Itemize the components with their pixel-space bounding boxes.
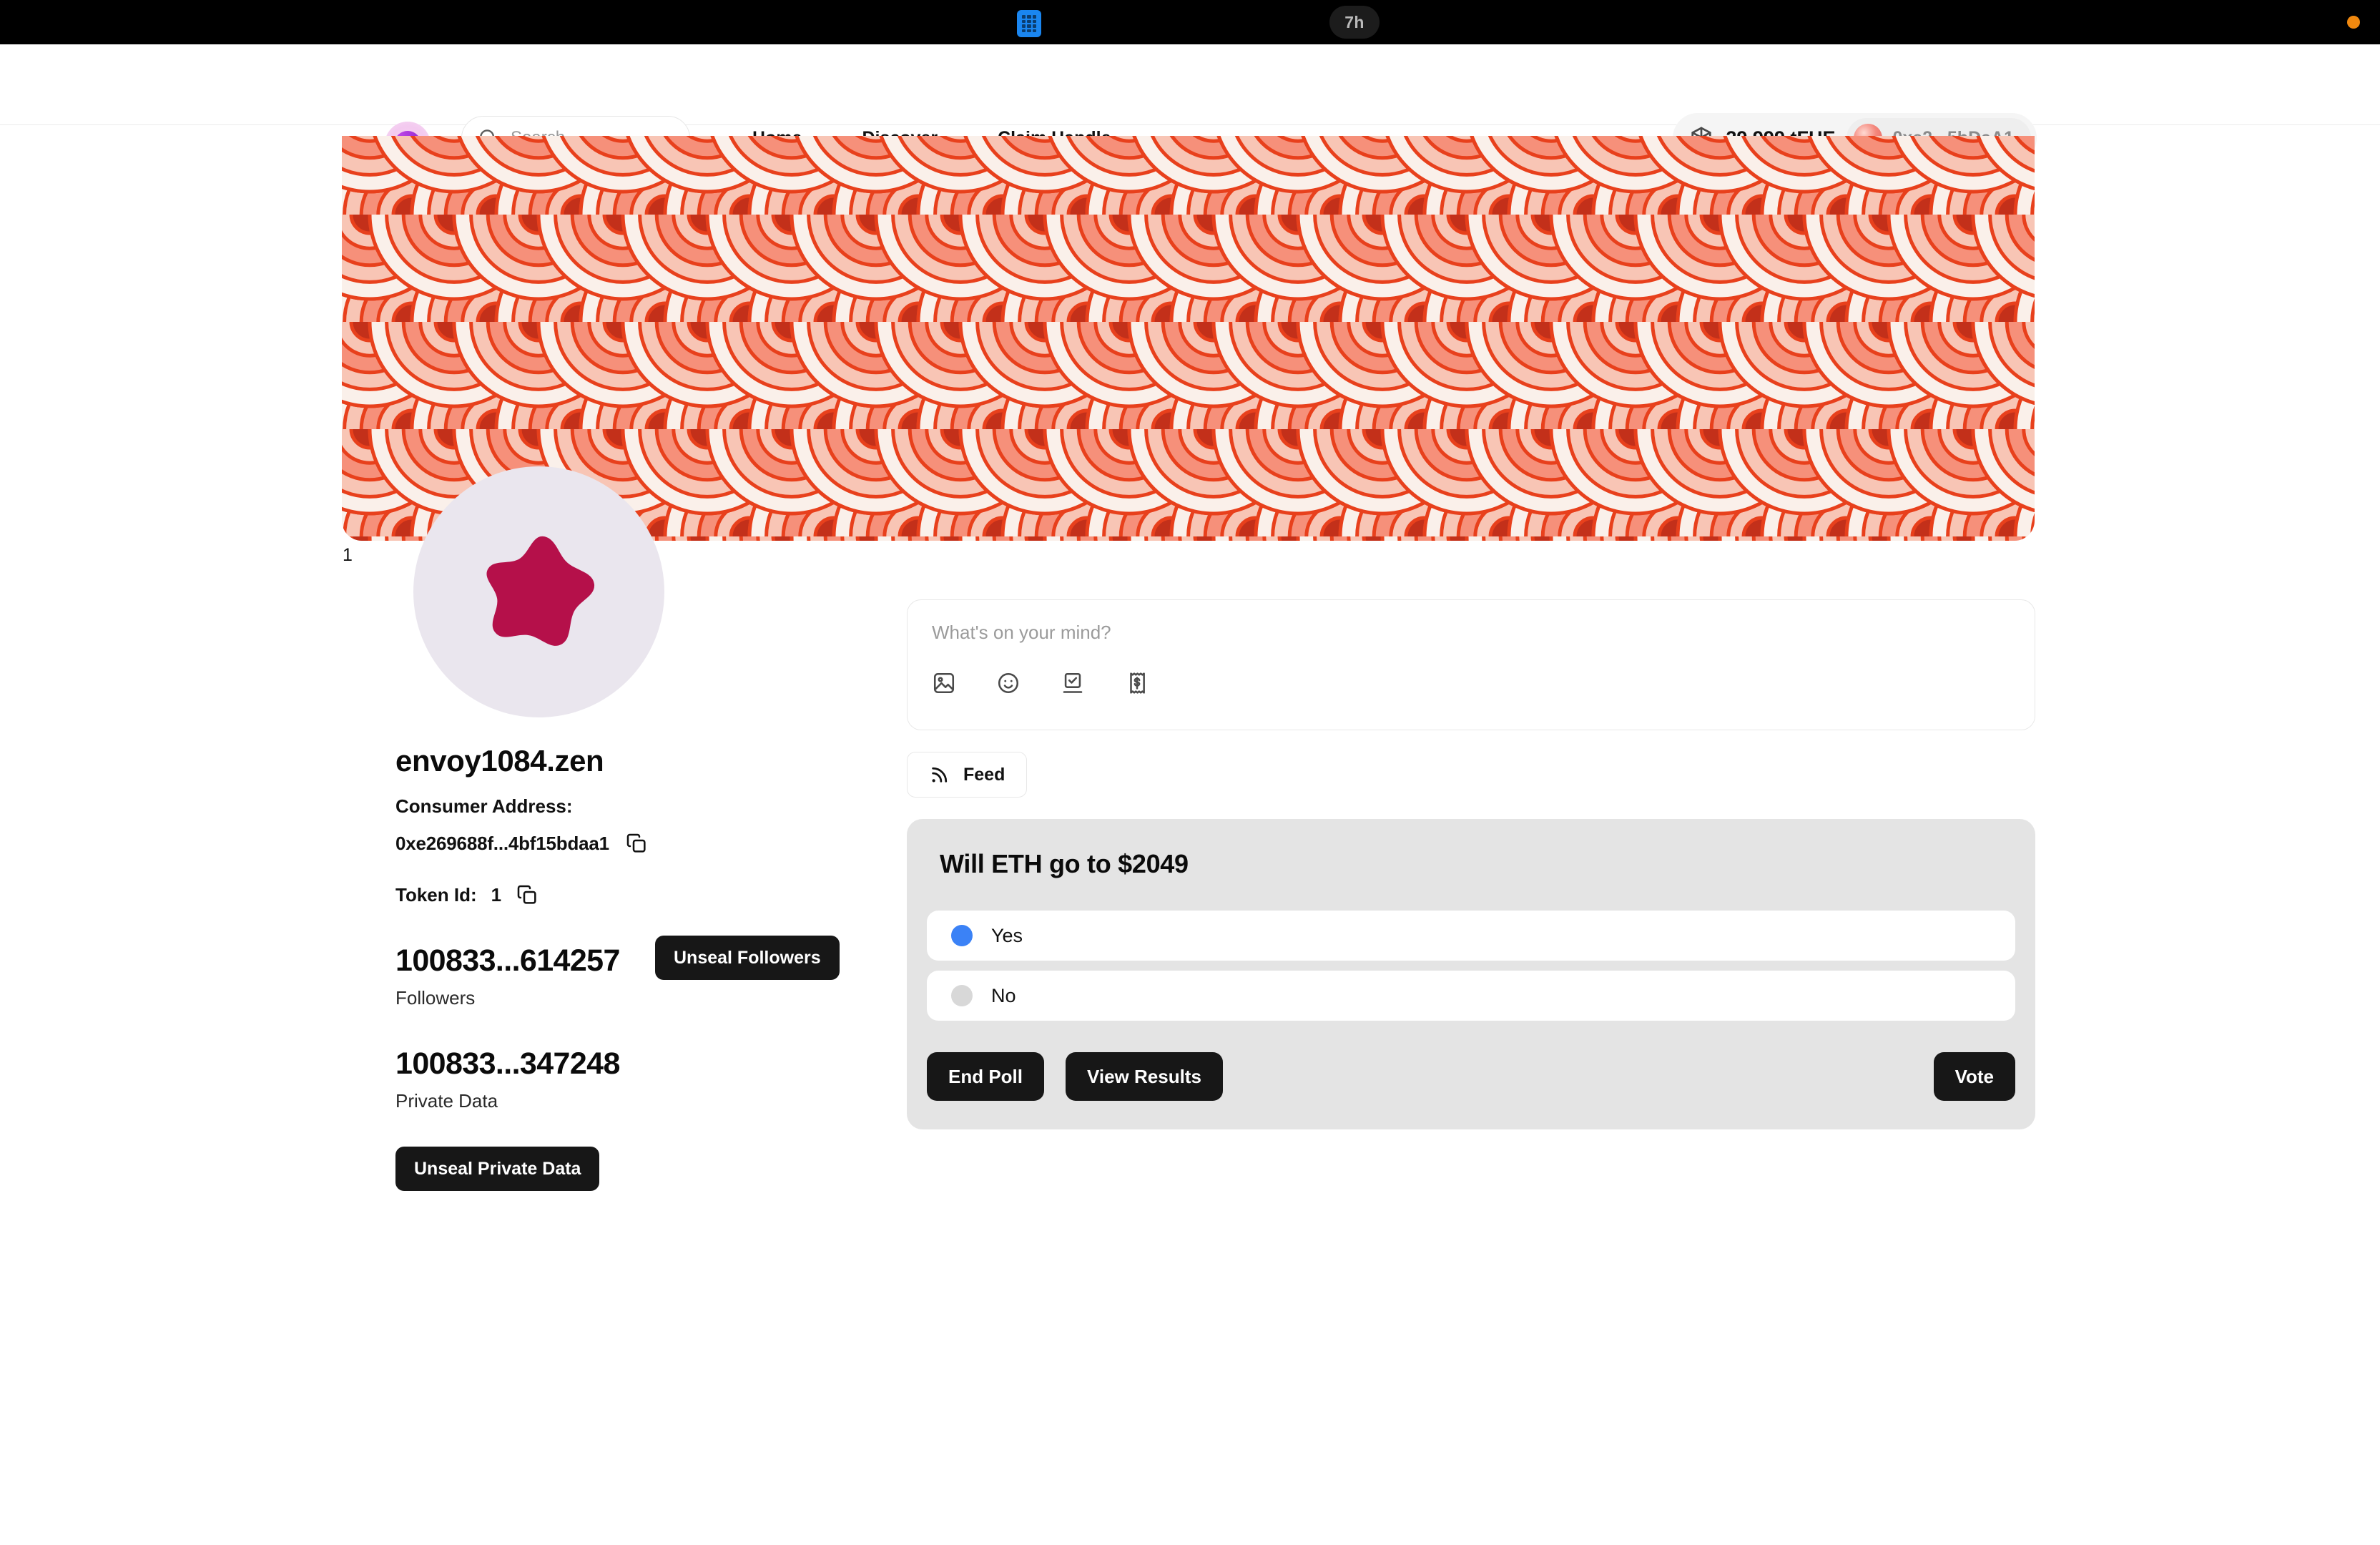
poll-card: Will ETH go to $2049 Yes No End Poll Vie… [907, 819, 2035, 1129]
recording-indicator-icon [2347, 16, 2360, 29]
session-time-badge: 7h [1329, 6, 1380, 39]
poll-option-yes-label: Yes [991, 924, 1023, 946]
private-data-label: Private Data [395, 1090, 498, 1112]
emoji-icon[interactable] [996, 671, 1021, 695]
end-poll-button[interactable]: End Poll [927, 1052, 1044, 1101]
consumer-address-row: 0xe269688f...4bf15bdaa1 [395, 832, 910, 855]
private-data-value: 100833...347248 [395, 1046, 620, 1081]
rss-icon [932, 767, 948, 783]
avatar[interactable] [413, 466, 664, 717]
poll-option-yes[interactable]: Yes [927, 911, 2015, 961]
consumer-address-value: 0xe269688f...4bf15bdaa1 [395, 832, 609, 854]
feed-column: What's on your mind? Feed Will ETH go to… [907, 599, 2035, 1129]
token-id-value: 1 [491, 883, 502, 906]
feed-tab-label: Feed [963, 764, 1005, 785]
vote-button[interactable]: Vote [1933, 1052, 2015, 1101]
poll-icon[interactable] [1061, 671, 1085, 695]
poll-option-no[interactable]: No [927, 971, 2015, 1021]
poll-option-no-radio[interactable] [951, 985, 973, 1006]
token-id-label: Token Id: [395, 883, 477, 906]
consumer-address-label: Consumer Address: [395, 795, 573, 817]
calculator-app-icon[interactable] [1017, 10, 1041, 37]
os-top-bar: 7h [0, 0, 2380, 44]
private-data-stat: 100833...347248 Private Data Unseal Priv… [395, 1046, 910, 1191]
followers-stat: 100833...614257 Followers Unseal Followe… [395, 936, 910, 1009]
poll-option-yes-radio[interactable] [951, 925, 973, 946]
followers-label: Followers [395, 987, 476, 1009]
token-id-row: Token Id: 1 [395, 883, 910, 906]
calculator-grid-icon [1022, 15, 1036, 32]
poll-question: Will ETH go to $2049 [940, 849, 1189, 878]
image-icon[interactable] [932, 671, 956, 695]
copy-icon[interactable] [625, 832, 648, 855]
unseal-followers-button[interactable]: Unseal Followers [655, 936, 840, 980]
poll-option-no-label: No [991, 984, 1016, 1006]
post-composer[interactable]: What's on your mind? [907, 599, 2035, 730]
poll-actions: End Poll View Results Vote [927, 1052, 2015, 1101]
payment-receipt-icon[interactable] [1125, 671, 1149, 695]
page-title: envoy1084.zen [395, 744, 604, 778]
view-results-button[interactable]: View Results [1066, 1052, 1223, 1101]
feed-tab-button[interactable]: Feed [907, 752, 1028, 798]
composer-placeholder: What's on your mind? [932, 622, 1111, 643]
profile-info: envoy1084.zen Consumer Address: 0xe26968… [395, 744, 910, 1191]
app-header: Search... Home Discover Claim Handle 29.… [0, 44, 2380, 167]
profile-blob-avatar-icon [486, 536, 594, 646]
copy-icon[interactable] [516, 883, 539, 906]
stray-index-label: 1 [343, 545, 353, 565]
unseal-private-data-button[interactable]: Unseal Private Data [395, 1147, 600, 1191]
composer-toolbar [932, 671, 2010, 695]
